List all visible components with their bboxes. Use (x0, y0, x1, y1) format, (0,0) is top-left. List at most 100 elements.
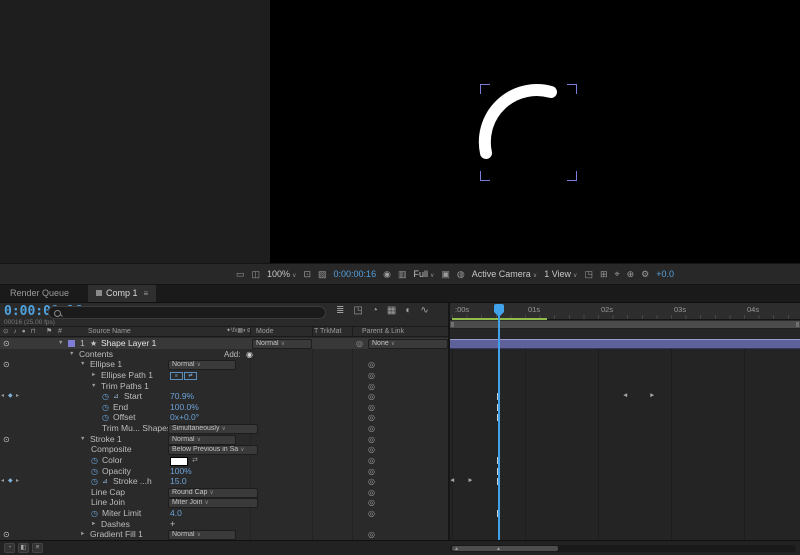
twirl-icon[interactable]: ▼ (80, 434, 85, 445)
pickwhip-icon[interactable]: ◎ (368, 497, 375, 508)
row-trim-paths-1[interactable]: ▼Trim Paths 1◎ (0, 381, 448, 392)
keyframe-icon[interactable]: ► (649, 391, 655, 400)
row-stroke-1[interactable]: ⊙▼Stroke 1Normal∨◎ (0, 434, 448, 445)
property-select[interactable]: Round Cap∨ (168, 488, 258, 498)
transparency-grid-icon[interactable]: ▨ (318, 269, 327, 279)
property-label[interactable]: Contents (79, 349, 113, 360)
property-label[interactable]: Start (124, 391, 142, 402)
blend-mode-select[interactable]: Normal∨ (168, 435, 236, 445)
row-opacity[interactable]: ◷Opacity100%◎ (0, 466, 448, 477)
mode-column-header[interactable]: Mode (256, 327, 274, 336)
row-color[interactable]: ◷Color⇄◎ (0, 455, 448, 466)
layer-duration-bar[interactable] (450, 339, 800, 349)
composition-canvas[interactable] (270, 0, 800, 263)
stopwatch-icon[interactable]: ◷ (91, 476, 98, 487)
layer-name[interactable]: Shape Layer 1 (101, 338, 156, 349)
grid-guides-icon[interactable]: ⊞ (600, 269, 608, 279)
pickwhip-icon[interactable]: ◎ (368, 402, 375, 413)
stopwatch-icon[interactable]: ◷ (91, 455, 98, 466)
view-layout-select[interactable]: 1 View∨ (544, 269, 577, 279)
prev-keyframe-icon[interactable]: ◂ (1, 476, 4, 487)
twirl-icon[interactable]: ▼ (58, 338, 63, 349)
keyframe-icon[interactable]: ◄ (450, 476, 455, 485)
pickwhip-icon[interactable]: ◎ (368, 370, 375, 381)
pickwhip-icon[interactable]: ◎ (368, 487, 375, 498)
property-label[interactable]: End (113, 402, 128, 413)
property-label[interactable]: Trim Paths 1 (101, 381, 149, 392)
toggle-in-out-panes-button[interactable]: ≡ (32, 543, 43, 553)
property-label[interactable]: Ellipse 1 (90, 359, 122, 370)
resolution-select[interactable]: Full∨ (413, 269, 434, 279)
mini-flowchart-icon[interactable]: ≣ (336, 305, 344, 316)
row-composite[interactable]: CompositeBelow Previous in Sa∨◎ (0, 444, 448, 455)
graph-toggle-icon[interactable]: ⊿ (102, 476, 108, 487)
monitor-icon[interactable]: ▭ (236, 269, 245, 279)
add-view-icon[interactable]: ⊕ (627, 269, 635, 279)
layer-selection-brackets[interactable] (480, 84, 577, 181)
work-area-start-handle[interactable] (451, 322, 454, 327)
property-label[interactable]: Miter Limit (102, 508, 141, 519)
pickwhip-icon[interactable]: ◎ (368, 423, 375, 434)
work-area-end-handle[interactable] (796, 322, 799, 327)
property-value[interactable]: 70.9% (170, 391, 194, 402)
source-name-header[interactable]: Source Name (88, 327, 131, 336)
pickwhip-icon[interactable]: ◎ (368, 508, 375, 519)
property-value[interactable]: 100% (170, 466, 192, 477)
row-ellipse-1[interactable]: ⊙▼Ellipse 1Normal∨◎ (0, 359, 448, 370)
add-menu-button[interactable]: ◉ (246, 349, 253, 360)
property-label[interactable]: Dashes (101, 519, 130, 530)
trkmat-column-header[interactable]: T TrkMat (314, 327, 341, 336)
eye-icon[interactable]: ⊙ (3, 359, 10, 370)
stopwatch-icon[interactable]: ◷ (102, 412, 109, 423)
property-select[interactable]: Simultaneously∨ (168, 424, 258, 434)
next-keyframe-icon[interactable]: ▸ (16, 476, 19, 487)
graph-toggle-icon[interactable]: ⊿ (113, 391, 119, 402)
timeline-search[interactable] (48, 306, 326, 319)
snapshot-camera-icon[interactable]: ◉ (383, 269, 391, 279)
twirl-icon[interactable]: ▼ (69, 349, 74, 360)
swap-colors-icon[interactable]: ⇄ (192, 455, 198, 466)
pixel-preview-icon[interactable]: ◍ (457, 269, 465, 279)
graph-editor-icon[interactable]: ∿ (420, 305, 428, 316)
search-input[interactable] (63, 307, 322, 320)
row-shape-layer-1[interactable]: ⊙▼1★Shape Layer 1Normal∨◎None∨ (0, 338, 448, 349)
scrollbar-thumb[interactable] (452, 546, 558, 551)
property-label[interactable]: Stroke ...h (113, 476, 152, 487)
share-view-icon[interactable]: ◳ (584, 269, 593, 279)
add-dash-button[interactable]: + (170, 519, 175, 530)
row-contents[interactable]: ▼ContentsAdd:◉ (0, 349, 448, 360)
row-gradient-fill-1[interactable]: ⊙►Gradient Fill 1Normal∨◎ (0, 529, 448, 540)
pixel-aspect-icon[interactable]: ◫ (252, 269, 261, 279)
magnification-select[interactable]: 100%∨ (267, 269, 296, 279)
panel-menu-icon[interactable]: ≡ (144, 289, 149, 298)
eye-icon[interactable]: ⊙ (3, 529, 10, 540)
property-label[interactable]: Composite (91, 444, 132, 455)
eye-icon[interactable]: ⊙ (3, 338, 10, 349)
row-line-cap[interactable]: Line CapRound Cap∨◎ (0, 487, 448, 498)
row-miter-limit[interactable]: ◷ Miter Limit 4.0 ◎ (0, 508, 448, 519)
parent-link-column-header[interactable]: Parent & Link (362, 327, 404, 336)
twirl-icon[interactable]: ► (80, 529, 85, 540)
path-direction-icon[interactable]: ≡ (170, 372, 183, 380)
navigator-handle-icon[interactable]: ▴ (455, 546, 458, 552)
pickwhip-icon[interactable]: ◎ (368, 476, 375, 487)
stopwatch-icon[interactable]: ◷ (91, 508, 98, 519)
property-select[interactable]: Miter Join∨ (168, 498, 258, 508)
pickwhip-icon[interactable]: ◎ (368, 381, 375, 392)
tab-comp-1[interactable]: Comp 1≡ (88, 285, 156, 302)
stopwatch-icon[interactable]: ◷ (102, 402, 109, 413)
gear-icon[interactable]: ⚙ (641, 269, 649, 279)
property-value[interactable]: 100.0% (170, 402, 199, 413)
toggle-layer-switches-button[interactable]: ◔ (4, 543, 15, 553)
mode-select[interactable]: Normal∨ (252, 339, 312, 349)
property-value[interactable]: 4.0 (170, 508, 182, 519)
roi-icon[interactable]: ⊡ (303, 269, 311, 279)
row-stroke-h[interactable]: ◂◆▸◷⊿Stroke ...h15.0◎ (0, 476, 448, 487)
layer-color-swatch[interactable] (68, 340, 75, 347)
next-keyframe-icon[interactable]: ▸ (16, 391, 19, 402)
blend-mode-select[interactable]: Normal∨ (168, 530, 236, 540)
viewer-timecode[interactable]: 0:00:00:16 (334, 269, 377, 279)
property-value[interactable]: 0x+0.0° (170, 412, 199, 423)
row-dashes[interactable]: ►Dashes+ (0, 519, 448, 530)
pickwhip-icon[interactable]: ◎ (368, 434, 375, 445)
